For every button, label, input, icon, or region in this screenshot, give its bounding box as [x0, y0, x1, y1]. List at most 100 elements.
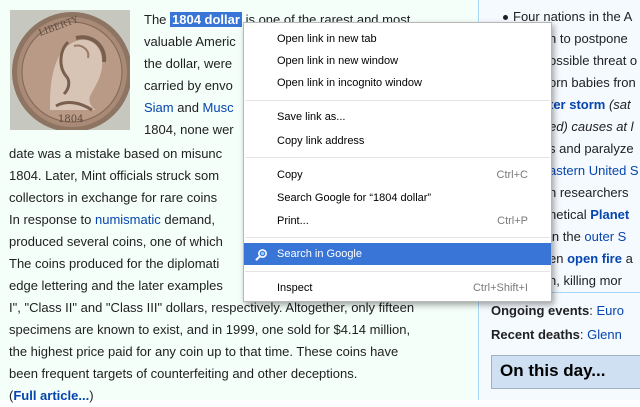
eastern-us-link[interactable]: astern United S	[549, 163, 639, 178]
recent-deaths-label: Recent deaths	[491, 327, 580, 342]
article-text: valuable Americ	[144, 34, 236, 49]
article-line: carried by envo	[144, 75, 233, 97]
news-line: s and paralyze	[549, 138, 634, 160]
menu-item-open-new-tab[interactable]: Open link in new tab	[244, 28, 551, 50]
ongoing-events-line: Ongoing events: Euro	[491, 300, 624, 322]
planet-link[interactable]: Planet	[590, 207, 629, 222]
menu-item-shortcut: Ctrl+P	[497, 215, 528, 227]
news-text: (sat	[605, 97, 631, 112]
full-article-link[interactable]: Full article...	[13, 388, 89, 403]
news-line: ter storm (sat	[549, 94, 631, 116]
news-line: n, killing mor	[549, 270, 622, 292]
article-text: The	[144, 12, 171, 27]
ongoing-event-link[interactable]: Euro	[596, 303, 623, 318]
bullet-icon	[503, 15, 508, 20]
article-text: demand,	[160, 212, 215, 227]
menu-item-print[interactable]: Print... Ctrl+P	[244, 210, 551, 232]
news-text: n to postpone	[549, 31, 628, 46]
article-text: date was a mistake based on misunc	[9, 146, 223, 161]
menu-separator	[245, 157, 550, 158]
news-line: astern United S	[549, 160, 639, 182]
news-text: hetical	[549, 207, 591, 222]
on-this-day-header: On this day...	[491, 355, 640, 389]
menu-item-label: Print...	[277, 215, 309, 227]
menu-item-label: Copy	[277, 169, 303, 181]
article-text: )	[89, 388, 94, 403]
menu-item-open-incognito[interactable]: Open link in incognito window	[244, 72, 551, 94]
article-text: the highest price paid for any coin up t…	[9, 344, 399, 359]
article-line: produced several coins, one of which	[9, 231, 223, 253]
article-line: In response to numismatic demand,	[9, 209, 215, 231]
menu-item-label: Open link in new tab	[277, 33, 377, 45]
menu-item-label: Open link in incognito window	[277, 77, 422, 89]
winter-storm-link[interactable]: ter storm	[549, 97, 605, 112]
menu-item-copy-link-address[interactable]: Copy link address	[244, 130, 551, 152]
menu-item-label: Open link in new window	[277, 55, 399, 67]
menu-item-open-new-window[interactable]: Open link in new window	[244, 50, 551, 72]
article-text: the dollar, were	[144, 56, 233, 71]
menu-item-label: Search Google for “1804 dollar”	[277, 192, 432, 204]
menu-item-save-link[interactable]: Save link as...	[244, 106, 551, 128]
menu-item-shortcut: Ctrl+C	[496, 169, 528, 181]
news-line: ed) causes at l	[549, 116, 634, 138]
recent-death-link[interactable]: Glenn	[587, 327, 622, 342]
news-line: h researchers	[549, 182, 628, 204]
news-text: ossible threat o	[549, 53, 638, 68]
article-line: 1804, none wer	[144, 119, 234, 141]
article-text: produced several coins, one of which	[9, 234, 223, 249]
menu-item-search-in-google[interactable]: Search in Google	[244, 243, 551, 265]
menu-item-label: Copy link address	[277, 135, 365, 147]
news-line: hetical Planet	[549, 204, 629, 226]
menu-separator	[245, 237, 550, 238]
article-line: valuable Americ	[144, 31, 236, 53]
news-text: n, killing mor	[549, 273, 622, 288]
article-text: carried by envo	[144, 78, 233, 93]
google-search-icon	[255, 249, 267, 261]
news-line: ossible threat o	[549, 50, 637, 72]
article-text: In response to	[9, 212, 95, 227]
menu-separator	[245, 100, 550, 101]
ongoing-events-label: Ongoing events	[491, 303, 590, 318]
news-text: ed) causes at l	[549, 119, 634, 134]
menu-item-inspect[interactable]: Inspect Ctrl+Shift+I	[244, 277, 551, 299]
muscat-link[interactable]: Musc	[203, 100, 234, 115]
article-text: 1804, none wer	[144, 122, 234, 137]
menu-item-label: Inspect	[277, 282, 313, 294]
news-line: en open fire a	[549, 248, 633, 270]
menu-item-copy[interactable]: Copy Ctrl+C	[244, 164, 551, 186]
article-line: (Full article...)	[9, 385, 94, 407]
article-text: I", "Class II" and "Class III" dollars, …	[9, 300, 415, 315]
outer-solar-system-link[interactable]: outer S	[584, 229, 626, 244]
article-line: The coins produced for the diplomati	[9, 253, 219, 275]
article-text: collectors in exchange for rare coins	[9, 190, 218, 205]
news-text: a	[621, 251, 633, 266]
news-line: n to postpone	[549, 28, 628, 50]
article-line: the highest price paid for any coin up t…	[9, 341, 398, 363]
article-line: edge lettering and the later examples	[9, 275, 223, 297]
news-line: in the outer S	[549, 226, 626, 248]
article-text: been frequent targets of counterfeiting …	[9, 366, 358, 381]
news-text: in the	[549, 229, 585, 244]
article-line: been frequent targets of counterfeiting …	[9, 363, 357, 385]
menu-item-search-google-for[interactable]: Search Google for “1804 dollar”	[244, 187, 551, 209]
article-line: the dollar, were	[144, 53, 232, 75]
recent-deaths-line: Recent deaths: Glenn	[491, 324, 622, 346]
article-line: specimens are known to exist, and in 199…	[9, 319, 410, 341]
news-line: orn babies fron	[549, 72, 636, 94]
menu-item-label: Search in Google	[277, 248, 362, 260]
open-fire-link[interactable]: open fire	[567, 251, 622, 266]
article-line: 1804. Later, Mint officials struck som	[9, 165, 219, 187]
article-text: and	[173, 100, 203, 115]
numismatic-link[interactable]: numismatic	[95, 212, 161, 227]
news-text: s and paralyze	[549, 141, 634, 156]
article-line: date was a mistake based on misunc	[9, 143, 222, 165]
article-text: 1804. Later, Mint officials struck som	[9, 168, 220, 183]
article-text: The coins produced for the diplomati	[9, 256, 220, 271]
siam-link[interactable]: Siam	[144, 100, 174, 115]
menu-separator	[245, 271, 550, 272]
menu-item-label: Save link as...	[277, 111, 346, 123]
news-text: orn babies fron	[549, 75, 636, 90]
article-line: Siam and Musc	[144, 97, 234, 119]
coin-image[interactable]: LIBERTY 1804	[10, 10, 130, 130]
article-title-link[interactable]: 1804 dollar	[170, 12, 242, 27]
